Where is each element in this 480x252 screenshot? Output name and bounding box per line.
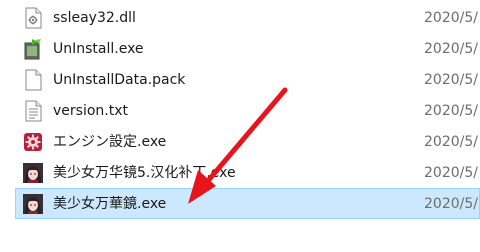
file-date: 2020/5/: [424, 165, 478, 181]
file-date: 2020/5/: [424, 10, 478, 26]
blank-file-icon: [22, 69, 44, 91]
file-name: UnInstallData.pack: [53, 72, 186, 88]
file-row-patch-exe[interactable]: 美少女万华镜5.汉化补丁.exe 2020/5/: [15, 157, 480, 188]
file-date: 2020/5/: [424, 134, 478, 150]
file-name: 美少女万華鏡.exe: [53, 196, 167, 212]
file-name: エンジン設定.exe: [53, 134, 167, 150]
file-row-uninstalldata-pack[interactable]: UnInstallData.pack 2020/5/: [15, 64, 480, 95]
file-row-ssleay32-dll[interactable]: ssleay32.dll 2020/5/: [15, 2, 480, 33]
file-date: 2020/5/: [424, 196, 478, 212]
file-date: 2020/5/: [424, 72, 478, 88]
file-name: 美少女万华镜5.汉化补丁.exe: [53, 165, 236, 181]
file-row-engine-settings-exe[interactable]: エンジン設定.exe 2020/5/: [15, 126, 480, 157]
text-file-icon: [22, 100, 44, 122]
file-name: UnInstall.exe: [53, 41, 144, 57]
file-row-version-txt[interactable]: version.txt 2020/5/: [15, 95, 480, 126]
file-date: 2020/5/: [424, 103, 478, 119]
file-name: version.txt: [53, 103, 128, 119]
engine-settings-icon: [22, 131, 44, 153]
file-row-uninstall-exe[interactable]: UnInstall.exe 2020/5/: [15, 33, 480, 64]
file-list: ssleay32.dll 2020/5/ UnInstall.exe 2020/…: [0, 0, 480, 252]
game-character-icon: [22, 162, 44, 184]
file-row-main-game-exe[interactable]: 美少女万華鏡.exe 2020/5/: [15, 188, 480, 219]
game-character-icon: [22, 193, 44, 215]
dll-file-icon: [22, 7, 44, 29]
file-date: 2020/5/: [424, 41, 478, 57]
uninstaller-icon: [22, 38, 44, 60]
file-name: ssleay32.dll: [53, 10, 136, 26]
